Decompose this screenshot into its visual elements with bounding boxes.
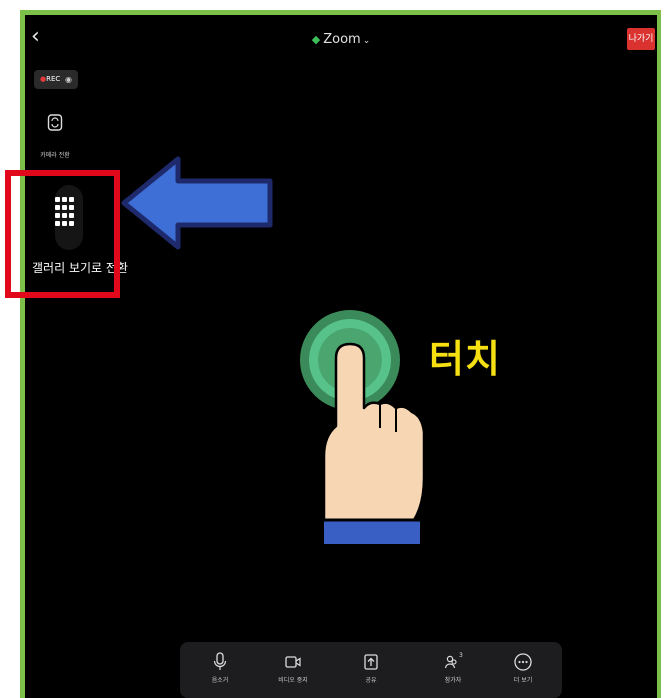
more-button[interactable]: 더 보기: [498, 652, 548, 684]
mute-button[interactable]: 음소거: [195, 652, 245, 684]
share-icon: [364, 654, 378, 670]
participants-label: 참가자: [444, 677, 462, 684]
more-icon: [514, 653, 532, 671]
touch-hand-icon: [300, 310, 426, 544]
camera-switch-icon[interactable]: [45, 112, 65, 134]
shield-icon: ◆: [311, 33, 321, 46]
gallery-highlight-box: [5, 170, 120, 298]
meeting-title-text: Zoom: [323, 32, 361, 47]
share-button[interactable]: 공유: [346, 652, 396, 684]
participant-count: 3: [459, 652, 463, 659]
chevron-down-icon: ⌄: [362, 36, 371, 46]
recording-indicator[interactable]: ●REC ◉: [34, 70, 78, 89]
leave-button[interactable]: 나가기: [627, 28, 655, 50]
stop-record-icon: ◉: [65, 75, 72, 84]
meeting-title[interactable]: ◆ Zoom ⌄: [25, 32, 657, 47]
meeting-toolbar: 음소거 비디오 중지 공유 3 참가자 더 보기: [180, 642, 562, 698]
more-label: 더 보기: [513, 677, 533, 684]
share-label: 공유: [365, 677, 377, 684]
pointer-arrow-icon: [121, 156, 273, 250]
rec-label: REC: [46, 75, 61, 83]
stop-video-button[interactable]: 비디오 중지: [268, 652, 318, 684]
video-camera-icon: [285, 656, 301, 668]
touch-label: 터치: [429, 337, 501, 381]
camera-switch-label: 카메라 전환: [40, 152, 70, 159]
stop-video-label: 비디오 중지: [278, 677, 308, 684]
microphone-icon: [213, 652, 227, 670]
mute-label: 음소거: [211, 677, 229, 684]
participants-button[interactable]: 3 참가자: [428, 652, 478, 684]
